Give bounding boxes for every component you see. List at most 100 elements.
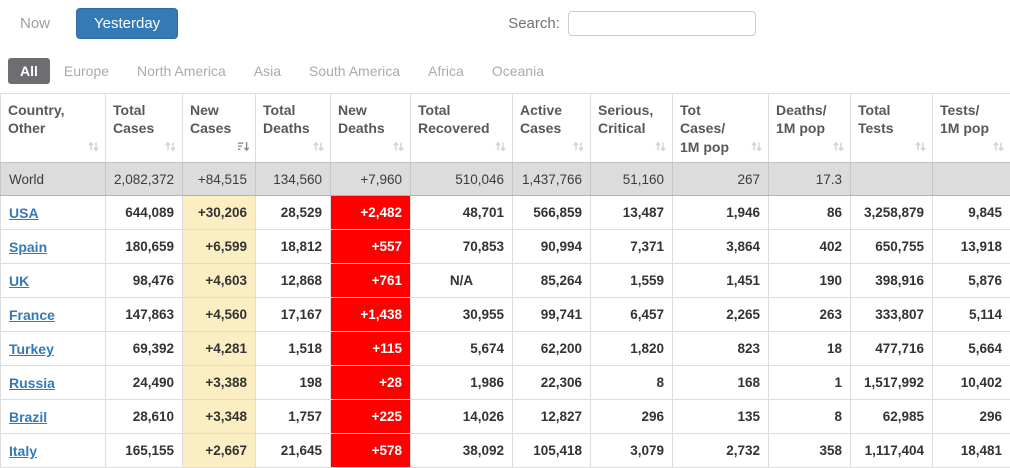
cell-new-cases: +30,206 (183, 196, 256, 230)
cell-new-cases: +3,348 (183, 400, 256, 434)
cell-total-deaths: 28,529 (256, 196, 331, 230)
table-row: Russia24,490+3,388198+281,98622,30681681… (1, 366, 1010, 400)
col-header-serious-critical[interactable]: Serious, Critical (591, 94, 673, 163)
country-link[interactable]: France (9, 307, 55, 323)
cell-country: Spain (1, 230, 106, 264)
cell-deaths-1m-pop: 263 (769, 298, 851, 332)
cell-serious-critical: 8 (591, 366, 673, 400)
cell-deaths-1m-pop: 86 (769, 196, 851, 230)
tab-south-america[interactable]: South America (295, 58, 414, 84)
col-header-new-cases[interactable]: New Cases (183, 94, 256, 163)
col-header-label: Tests/ 1M pop (940, 102, 989, 136)
cell-tests-1m-pop: 5,876 (933, 264, 1010, 298)
cell-country: UK (1, 264, 106, 298)
tab-africa[interactable]: Africa (414, 58, 478, 84)
col-header-label: Tot Cases/ 1M pop (680, 102, 729, 155)
col-header-label: New Cases (190, 102, 231, 136)
cell-active-cases: 22,306 (513, 366, 591, 400)
cell-total-tests: 333,807 (851, 298, 933, 332)
country-link[interactable]: Spain (9, 239, 47, 255)
cell-new-deaths: +115 (331, 332, 411, 366)
cell-total-deaths: 1,757 (256, 400, 331, 434)
tab-asia[interactable]: Asia (240, 58, 295, 84)
cell-deaths-1m-pop: 8 (769, 400, 851, 434)
search-input[interactable] (568, 11, 756, 36)
time-toggle-bar: Now Yesterday Search: (0, 0, 1010, 38)
cell-active-cases: 99,741 (513, 298, 591, 332)
world-cell-active-cases: 1,437,766 (513, 163, 591, 196)
cell-total-deaths: 12,868 (256, 264, 331, 298)
country-link[interactable]: USA (9, 205, 39, 221)
cell-active-cases: 105,418 (513, 434, 591, 468)
cell-serious-critical: 6,457 (591, 298, 673, 332)
country-link[interactable]: Russia (9, 375, 55, 391)
cell-total-deaths: 21,645 (256, 434, 331, 468)
cell-total-tests: 650,755 (851, 230, 933, 264)
cell-total-recovered: 70,853 (411, 230, 513, 264)
cell-total-cases: 69,392 (106, 332, 183, 366)
col-header-country[interactable]: Country, Other (1, 94, 106, 163)
sort-icon (832, 140, 845, 153)
col-header-tot-cases-1m-pop[interactable]: Tot Cases/ 1M pop (673, 94, 769, 163)
col-header-label: Active Cases (520, 102, 562, 136)
tab-oceania[interactable]: Oceania (478, 58, 558, 84)
cell-active-cases: 85,264 (513, 264, 591, 298)
cell-tests-1m-pop: 10,402 (933, 366, 1010, 400)
col-header-label: Total Deaths (263, 102, 310, 136)
col-header-total-recovered[interactable]: Total Recovered (411, 94, 513, 163)
col-header-total-deaths[interactable]: Total Deaths (256, 94, 331, 163)
cell-total-deaths: 198 (256, 366, 331, 400)
cell-serious-critical: 296 (591, 400, 673, 434)
cell-tot-cases-1m-pop: 135 (673, 400, 769, 434)
sort-desc-icon (237, 140, 250, 153)
tab-north-america[interactable]: North America (123, 58, 240, 84)
cell-total-recovered: 38,092 (411, 434, 513, 468)
cell-new-deaths: +2,482 (331, 196, 411, 230)
table-row: Turkey69,392+4,2811,518+1155,67462,2001,… (1, 332, 1010, 366)
tab-all[interactable]: All (8, 58, 50, 84)
cell-deaths-1m-pop: 1 (769, 366, 851, 400)
world-cell-deaths-1m-pop: 17.3 (769, 163, 851, 196)
col-header-total-cases[interactable]: Total Cases (106, 94, 183, 163)
cell-tests-1m-pop: 13,918 (933, 230, 1010, 264)
col-header-label: Country, Other (8, 102, 65, 136)
col-header-label: Total Cases (113, 102, 154, 136)
cell-total-tests: 477,716 (851, 332, 933, 366)
cell-new-deaths: +225 (331, 400, 411, 434)
country-link[interactable]: Italy (9, 443, 37, 459)
cell-tot-cases-1m-pop: 823 (673, 332, 769, 366)
country-link[interactable]: Turkey (9, 341, 54, 357)
cell-serious-critical: 13,487 (591, 196, 673, 230)
sort-icon (654, 140, 667, 153)
table-row: Spain180,659+6,59918,812+55770,85390,994… (1, 230, 1010, 264)
col-header-label: Serious, Critical (598, 102, 653, 136)
cell-serious-critical: 1,559 (591, 264, 673, 298)
cell-new-deaths: +1,438 (331, 298, 411, 332)
col-header-deaths-1m-pop[interactable]: Deaths/ 1M pop (769, 94, 851, 163)
country-link[interactable]: UK (9, 273, 29, 289)
col-header-total-tests[interactable]: Total Tests (851, 94, 933, 163)
tab-europe[interactable]: Europe (50, 58, 123, 84)
cell-total-cases: 165,155 (106, 434, 183, 468)
now-button[interactable]: Now (16, 9, 54, 38)
cell-total-tests: 1,517,992 (851, 366, 933, 400)
col-header-label: Total Tests (858, 102, 894, 136)
col-header-active-cases[interactable]: Active Cases (513, 94, 591, 163)
cell-total-recovered: 14,026 (411, 400, 513, 434)
table-header-row: Country, Other Total Cases New Cases Total … (1, 94, 1010, 163)
continent-tabs: AllEuropeNorth AmericaAsiaSouth AmericaA… (8, 58, 1010, 84)
cell-country: Turkey (1, 332, 106, 366)
cell-total-recovered: 30,955 (411, 298, 513, 332)
cell-country: Italy (1, 434, 106, 468)
cell-serious-critical: 3,079 (591, 434, 673, 468)
col-header-tests-1m-pop[interactable]: Tests/ 1M pop (933, 94, 1010, 163)
cell-total-cases: 180,659 (106, 230, 183, 264)
col-header-new-deaths[interactable]: New Deaths (331, 94, 411, 163)
cell-active-cases: 62,200 (513, 332, 591, 366)
yesterday-button[interactable]: Yesterday (76, 8, 178, 39)
country-link[interactable]: Brazil (9, 409, 47, 425)
table-row: Italy165,155+2,66721,645+57838,092105,41… (1, 434, 1010, 468)
table-row: USA644,089+30,20628,529+2,48248,701566,8… (1, 196, 1010, 230)
cell-total-cases: 98,476 (106, 264, 183, 298)
world-cell-total-deaths: 134,560 (256, 163, 331, 196)
